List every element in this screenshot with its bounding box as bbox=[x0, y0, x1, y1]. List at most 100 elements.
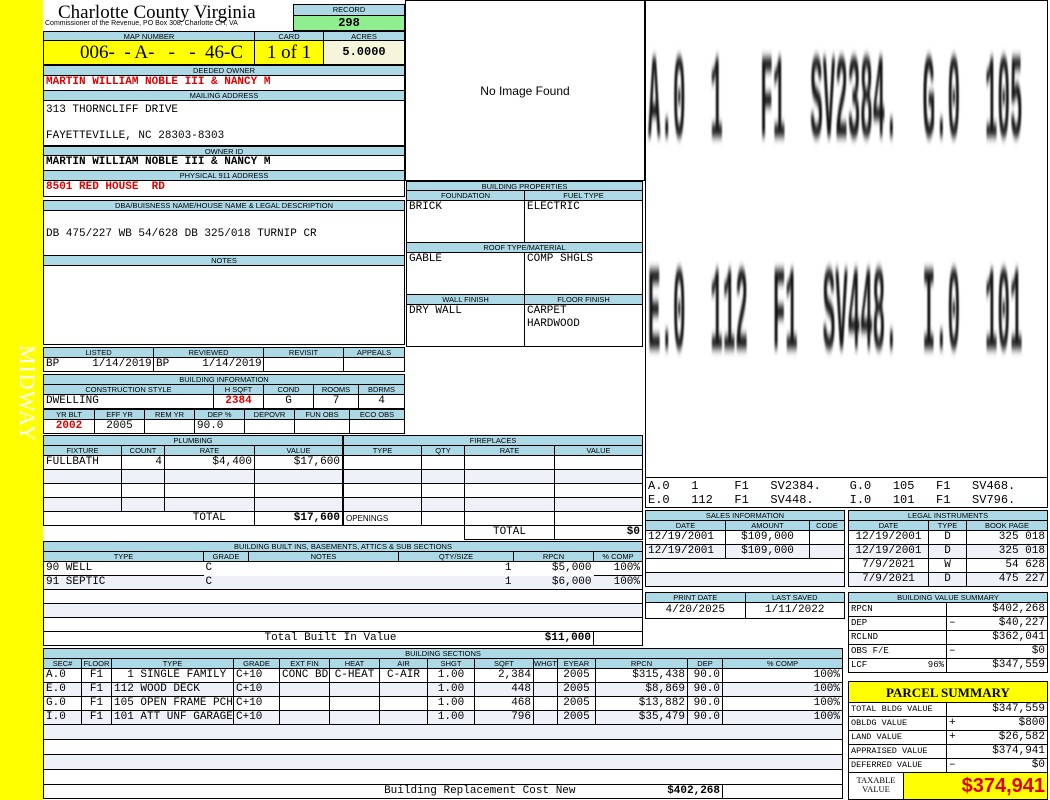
row-label: LAND VALUE bbox=[848, 730, 947, 745]
section-cell: 2005 bbox=[557, 668, 596, 683]
legal-description: DB 475/227 WB 54/628 DB 325/018 TURNIP C… bbox=[43, 210, 405, 256]
sale-amount: $109,000 bbox=[725, 544, 810, 559]
row-label: LCF bbox=[851, 660, 868, 670]
row-value: $402,268 bbox=[958, 602, 1048, 617]
value-summary-row: DEP – $40,227 bbox=[848, 616, 1048, 631]
openings-label: OPENINGS bbox=[343, 511, 422, 526]
built-ins-header: TYPE bbox=[43, 551, 204, 562]
qty: 1 bbox=[398, 575, 514, 590]
section-cell: 105 OPEN FRAME PCH bbox=[111, 696, 234, 711]
style-value: DWELLING bbox=[43, 394, 214, 409]
reviewed-label: REVIEWED bbox=[153, 347, 264, 358]
section-cell: A.0 bbox=[43, 668, 82, 683]
section-cell: 448 bbox=[474, 682, 534, 697]
replacement-cost-total: $402,268 bbox=[595, 784, 723, 799]
section-cell: G.0 bbox=[43, 696, 82, 711]
building-sections-title: BUILDING SECTIONS bbox=[43, 648, 843, 659]
roof-type: GABLE bbox=[406, 252, 525, 295]
deeded-owner: MARTIN WILLIAM NOBLE III & NANCY M bbox=[43, 75, 405, 91]
fixture: FULLBATH bbox=[43, 455, 122, 470]
row-value: $0 bbox=[958, 758, 1048, 773]
acres-value: 5.0000 bbox=[323, 40, 405, 65]
legal-bookpage: 325 018 bbox=[966, 530, 1048, 545]
row-label: OBS F/E bbox=[851, 646, 889, 656]
row-value: $347,559 bbox=[958, 702, 1048, 717]
section-header: SHGT bbox=[427, 658, 475, 669]
legal-bookpage: 54 628 bbox=[966, 558, 1048, 573]
legal-bookpage: 325 018 bbox=[966, 544, 1048, 559]
building-value-summary: BUILDING VALUE SUMMARY RPCN $402,268 DEP – $… bbox=[848, 592, 1048, 673]
section-header: AIR bbox=[379, 658, 428, 669]
section-cell: C+10 bbox=[233, 710, 280, 725]
section-cell bbox=[329, 696, 380, 711]
depovr-label: DEPOVR bbox=[244, 409, 295, 420]
built-ins-header: % COMP bbox=[593, 551, 643, 562]
table-row: 12/19/2001 D 325 018 bbox=[848, 544, 1048, 559]
hsqft-label: H SQFT bbox=[213, 384, 264, 395]
section-cell: 1.00 bbox=[427, 696, 475, 711]
section-cell: 1.00 bbox=[427, 710, 475, 725]
plumbing-header: FIXTURE bbox=[43, 445, 122, 456]
legal-instruments-table: LEGAL INSTRUMENTS DATE TYPE BOOK PAGE 12/1… bbox=[848, 510, 1048, 587]
section-cell: 100% bbox=[722, 710, 843, 725]
legal-header: BOOK PAGE bbox=[966, 520, 1048, 531]
owner-id: MARTIN WILLIAM NOBLE III & NANCY M bbox=[43, 155, 405, 171]
section-cell: C+10 bbox=[233, 682, 280, 697]
roof-material: COMP SHGLS bbox=[524, 252, 643, 295]
funobs-value bbox=[294, 419, 350, 434]
section-header: EYEAR bbox=[557, 658, 596, 669]
legal-date: 12/19/2001 bbox=[848, 544, 929, 559]
row-label: RPCN bbox=[851, 604, 873, 614]
section-cell bbox=[379, 696, 428, 711]
section-cell bbox=[533, 668, 558, 683]
section-cell: CONC BD bbox=[279, 668, 330, 683]
roof-label: ROOF TYPE/MATERIAL bbox=[406, 242, 643, 253]
section-cell bbox=[533, 710, 558, 725]
section-cell bbox=[279, 696, 330, 711]
yrblt-label: YR BLT bbox=[43, 409, 95, 420]
effyr-label: EFF YR bbox=[94, 409, 145, 420]
built-ins-header: GRADE bbox=[203, 551, 249, 562]
section-cell: 468 bbox=[474, 696, 534, 711]
built-ins-title: BUILDING BUILT INS, BASEMENTS, ATTICS & … bbox=[43, 541, 643, 552]
row-sign bbox=[946, 744, 959, 759]
section-cell: C-HEAT bbox=[329, 668, 380, 683]
parcel-summary-row: LAND VALUE + $26,582 bbox=[848, 730, 1048, 745]
building-info-title: BUILDING INFORMATION bbox=[43, 374, 405, 385]
plumbing-title: PLUMBING bbox=[43, 435, 343, 446]
legal-type: D bbox=[928, 530, 967, 545]
section-cell: I.0 bbox=[43, 710, 82, 725]
section-cell: C+10 bbox=[233, 668, 280, 683]
fireplaces-table: FIREPLACES TYPE QTY RATE VALUE OPENINGS TOT… bbox=[343, 435, 643, 540]
row-sign: – bbox=[946, 758, 959, 773]
appeals-value bbox=[343, 357, 405, 372]
type: 91 SEPTIC bbox=[43, 575, 204, 590]
table-row: 7/9/2021 W 54 628 bbox=[848, 558, 1048, 573]
property-image-placeholder: No Image Found bbox=[405, 0, 645, 181]
row-label: DEFERRED VALUE bbox=[848, 758, 947, 773]
effyr-value: 2005 bbox=[94, 419, 145, 434]
section-cell: 90.0 bbox=[687, 668, 723, 683]
dates-table: PRINT DATE LAST SAVED 4/20/2025 1/11/2022 bbox=[645, 592, 845, 619]
replacement-cost-label: Building Replacement Cost New bbox=[43, 784, 596, 799]
section-header: SEC# bbox=[43, 658, 82, 669]
card-number: 1 of 1 bbox=[254, 40, 324, 65]
cond-label: COND bbox=[263, 384, 314, 395]
plumbing-header: COUNT bbox=[121, 445, 165, 456]
legal-header: DATE bbox=[848, 520, 929, 531]
mailing-line-1: 313 THORNCLIFF DRIVE bbox=[46, 104, 179, 116]
funobs-label: FUN OBS bbox=[294, 409, 350, 420]
row-sign bbox=[946, 630, 959, 645]
district-label: MIDWAY bbox=[15, 345, 40, 442]
record-number: 298 bbox=[293, 15, 405, 31]
building-sections-table: BUILDING SECTIONS SEC# FLOOR TYPE GRADE EXT … bbox=[43, 648, 843, 799]
section-cell: F1 bbox=[81, 682, 112, 697]
row-label: APPRAISED VALUE bbox=[848, 744, 947, 759]
section-cell: 100% bbox=[722, 682, 843, 697]
foundation-value: BRICK bbox=[406, 200, 525, 243]
value: $17,600 bbox=[254, 455, 343, 470]
plumbing-table: PLUMBING FIXTURE COUNT RATE VALUE FULLBATH 4… bbox=[43, 435, 343, 526]
row-value: $374,941 bbox=[958, 744, 1048, 759]
section-cell: C-AIR bbox=[379, 668, 428, 683]
table-row: 12/19/2001 $109,000 bbox=[645, 544, 845, 559]
